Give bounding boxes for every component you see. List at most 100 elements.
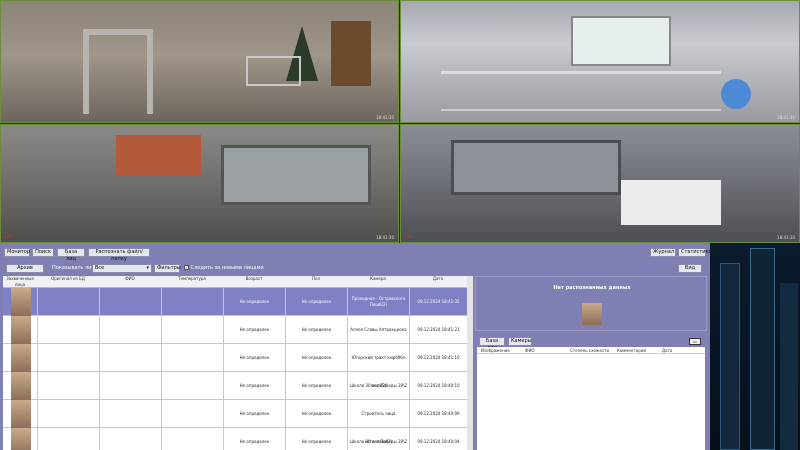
camera-timestamp: 18:41:30 [376, 115, 394, 120]
metal-detector-frame [83, 29, 153, 114]
faces-db-button[interactable]: База лиц [57, 248, 85, 262]
col-date: Дата [662, 348, 673, 353]
cell-camera: Югорский тракт кмрб9бп лица(2) [347, 344, 409, 388]
no-face-area: Нет распознанных данных [475, 276, 707, 331]
cell-name [99, 344, 161, 372]
window [571, 16, 671, 66]
col-temp: Температура [178, 276, 206, 281]
cell-camera: Аллея Славы Аптракциона [347, 316, 409, 344]
cell-name [99, 428, 161, 450]
entrance-doors [451, 140, 621, 195]
matches-table: Изображение ФИО Степень схожести Коммент… [477, 347, 705, 450]
cell-age: Не определен [223, 428, 285, 450]
door [331, 21, 371, 86]
checkbox-label: Следить за новыми лицами [190, 265, 264, 271]
cell-original [37, 428, 99, 450]
table-row[interactable]: Не определен Не определен Проходная - Ос… [3, 288, 473, 316]
cell-sex: Не определен [285, 372, 347, 400]
cell-date: 09.12.2024 18:41:35 [409, 288, 467, 316]
table-scrollbar[interactable] [467, 276, 473, 450]
cell-age: Не определен [223, 316, 285, 344]
camera-view-4[interactable]: 476 18:41:30 [400, 124, 800, 243]
cell-temp [161, 428, 223, 450]
cell-temp [161, 288, 223, 316]
filters-button[interactable]: Фильтры [154, 264, 181, 273]
camera-grid: 18:41:30 18:41:30 475 18:41:30 476 18:41… [0, 0, 800, 243]
cell-name [99, 316, 161, 344]
table-row[interactable]: Не определен Не определен Школа 30 лет П… [3, 372, 473, 400]
export-icon[interactable]: ▭ [689, 338, 701, 345]
table-row[interactable]: Не определен Не определен Школа 30 лет П… [3, 428, 473, 450]
balloons [721, 79, 751, 109]
recognition-panel: Нет распознанных данных База лиц Камеры … [475, 276, 707, 450]
monitor-button[interactable]: Монитор [4, 248, 30, 257]
search-button[interactable]: Поиск [32, 248, 54, 257]
table-row[interactable]: Не определен Не определен Строитель лица… [3, 400, 473, 444]
archive-button[interactable]: Архив [6, 264, 44, 273]
city-background-image [710, 243, 800, 450]
face-thumbnail [11, 316, 31, 344]
cell-temp [161, 400, 223, 428]
cell-date: 09.12.2024 18:41:21 [409, 316, 467, 344]
col-age: Возраст [245, 276, 263, 281]
cell-camera: Школа 30 лет Победы 39\2 [347, 372, 409, 400]
building [750, 248, 775, 450]
show-faces-select[interactable]: Все ▾ [92, 264, 152, 273]
turnstile [246, 56, 301, 86]
cell-date: 09.12.2024 18:40:10 [409, 372, 467, 400]
recognize-file-button[interactable]: Распознать файл/папку [88, 248, 150, 262]
reception-desk [621, 180, 721, 225]
cell-name [99, 400, 161, 428]
col-captured: Захваченные лица [6, 276, 34, 287]
col-comment: Комментарий [617, 348, 646, 353]
face-thumbnail [11, 344, 31, 372]
cell-camera: Строитель лица остановка(2) [347, 400, 409, 444]
table-row[interactable]: Не определен Не определен Аллея Славы Ап… [3, 316, 473, 344]
cell-sex: Не определен [285, 316, 347, 344]
camera-timestamp: 18:41:30 [376, 235, 394, 240]
cell-name [99, 288, 161, 316]
camera-view-2[interactable]: 18:41:30 [400, 0, 800, 123]
cell-name [99, 372, 161, 400]
cell-temp [161, 316, 223, 344]
col-sex: Пол [311, 276, 320, 281]
cell-date: 09.12.2024 18:41:10 [409, 344, 467, 372]
face-thumbnail [11, 372, 31, 400]
checkbox-icon: ✓ [184, 265, 189, 270]
banner [116, 135, 201, 175]
cell-camera: Проходная - Островского Пешб(2) [347, 288, 409, 316]
building [720, 263, 740, 450]
chevron-down-icon: ▾ [146, 265, 149, 271]
col-similarity: Степень схожести [570, 348, 610, 353]
no-face-text: Нет распознанных данных [553, 285, 631, 291]
face-thumbnail [11, 400, 31, 428]
cell-original [37, 288, 99, 316]
cell-sex: Не определен [285, 344, 347, 372]
building [780, 283, 798, 450]
col-name: ФИО [525, 348, 535, 353]
view-button[interactable]: Вид [678, 264, 702, 273]
new-faces-checkbox[interactable]: ✓ Следить за новыми лицами [184, 264, 264, 272]
tab-faces-db[interactable]: База лиц [479, 337, 505, 351]
cell-age: Не определен [223, 372, 285, 400]
col-camera: Камера [370, 276, 386, 281]
statistics-button[interactable]: Статистика [678, 248, 712, 257]
cell-camera: Школа 30 лет Победы 39\2 [347, 428, 409, 450]
cell-date: 09.12.2024 18:40:09 [409, 400, 467, 428]
camera-view-3[interactable]: 475 18:41:30 [0, 124, 399, 243]
table-row[interactable]: Не определен Не определен Югорский тракт… [3, 344, 473, 388]
cell-age: Не определен [223, 400, 285, 428]
col-date: Дата [432, 276, 444, 281]
cell-sex: Не определен [285, 400, 347, 428]
cell-original [37, 344, 99, 372]
cell-sex: Не определен [285, 428, 347, 450]
journal-button[interactable]: Журнал [650, 248, 676, 257]
railings [441, 71, 721, 111]
tab-cameras[interactable]: Камеры [508, 337, 532, 346]
camera-timestamp: 18:41:30 [777, 115, 795, 120]
camera-view-1[interactable]: 18:41:30 [0, 0, 399, 123]
camera-label: 475 [4, 235, 12, 240]
cell-age: Не определен [223, 344, 285, 372]
cell-original [37, 372, 99, 400]
select-value: Все [95, 265, 105, 271]
